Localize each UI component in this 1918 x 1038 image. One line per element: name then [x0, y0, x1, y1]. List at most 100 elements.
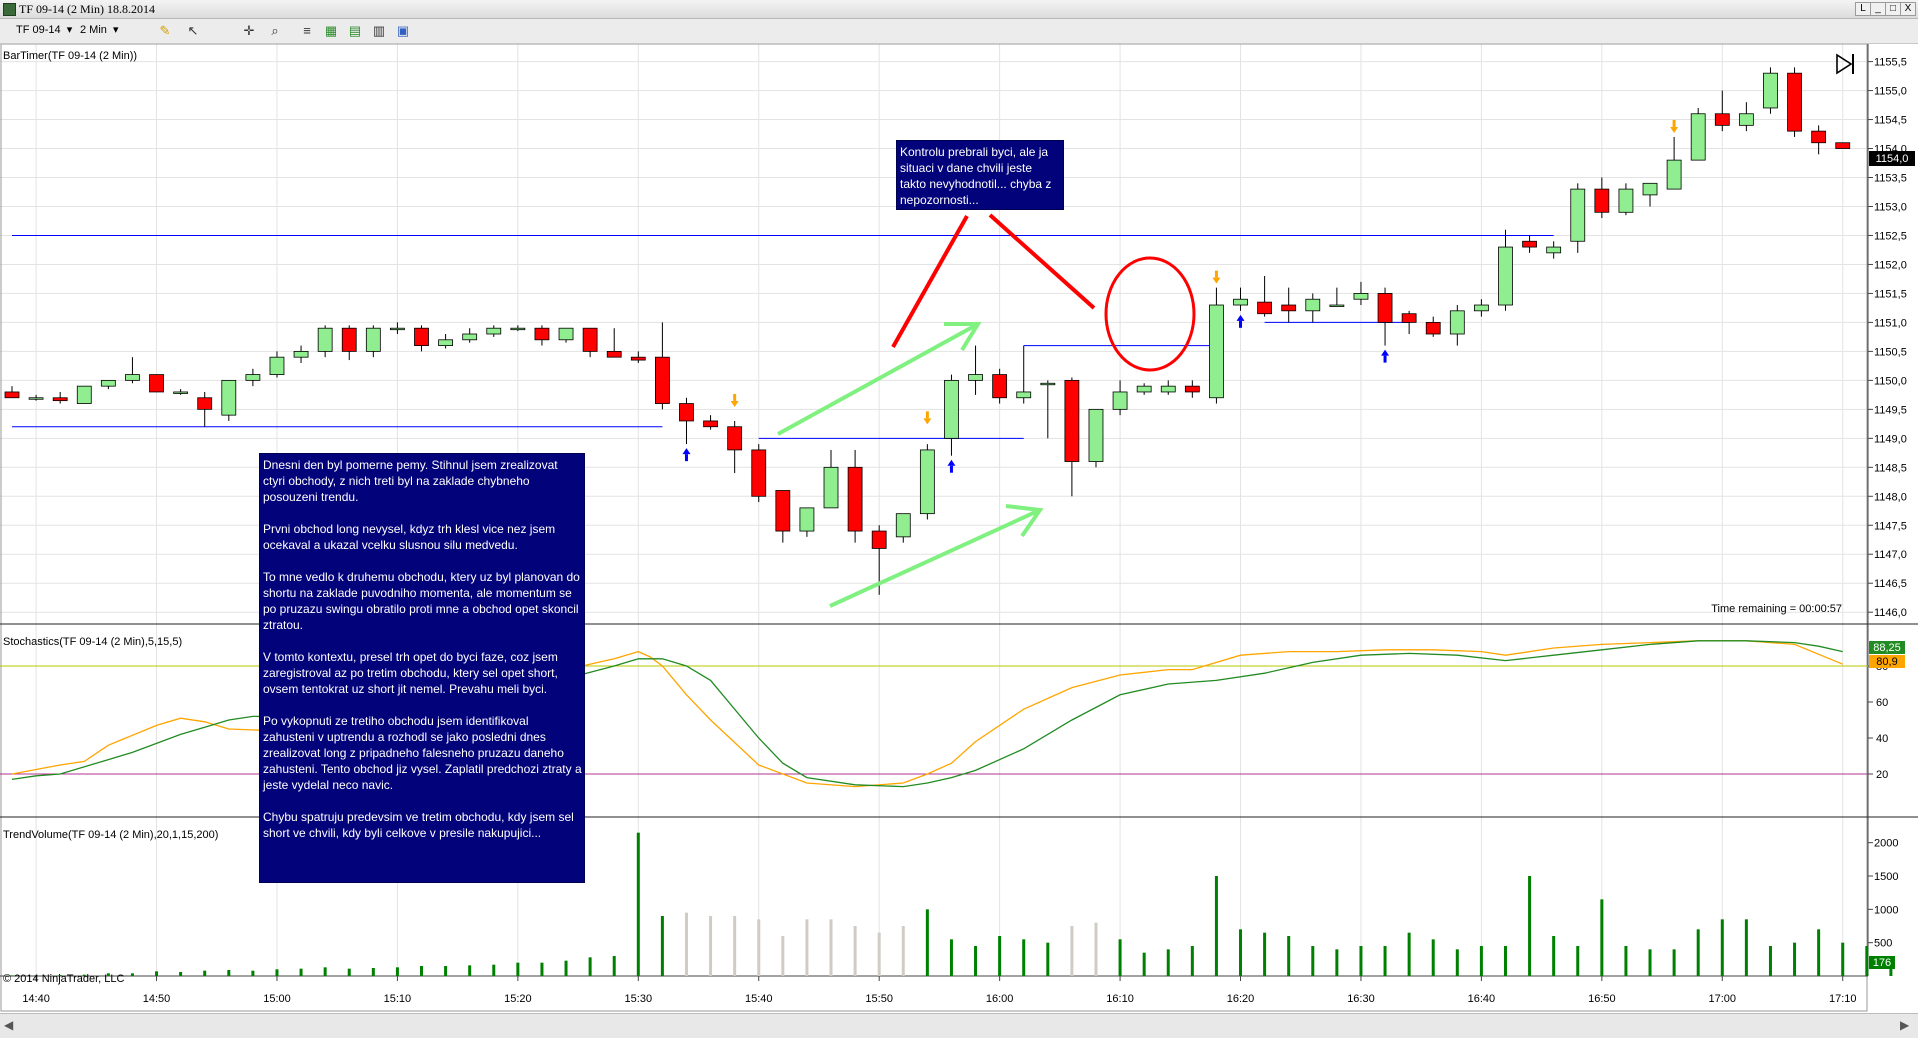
annotation-note-large: Dnesni den byl pomerne pemy. Stihnul jse… [259, 453, 585, 883]
volume-bar [733, 916, 737, 976]
interval-selector[interactable]: 2 Min ▾ [76, 22, 119, 39]
volume-bar [1335, 949, 1339, 976]
up-candle [799, 507, 815, 532]
sell-arrow-icon [1672, 119, 1676, 127]
up-candle [968, 374, 983, 381]
close-button[interactable]: X [1900, 2, 1916, 16]
app-icon [3, 3, 16, 16]
down-candle [654, 356, 670, 404]
volume-bar [757, 919, 761, 976]
up-candle [100, 379, 116, 387]
volume-bar [1407, 932, 1411, 976]
x-tick-label: 14:50 [143, 993, 171, 1005]
y-tick-label: 20 [1876, 769, 1888, 781]
volume-bar [564, 960, 568, 976]
x-tick-label: 15:40 [745, 993, 773, 1005]
y-tick-label: 1153,5 [1874, 173, 1907, 185]
volume-bar [949, 939, 953, 976]
sell-arrow-icon [925, 411, 929, 419]
down-candle [847, 466, 863, 532]
chart-end-icon[interactable] [1836, 53, 1854, 75]
down-candle [992, 374, 1008, 399]
x-tick-label: 15:30 [625, 993, 653, 1005]
scroll-left-icon[interactable]: ◀ [4, 1018, 13, 1032]
panels-icon[interactable]: ▥ [370, 22, 388, 40]
minimize-button[interactable]: _ [1870, 2, 1886, 16]
down-candle [1594, 188, 1610, 213]
up-candle [438, 339, 453, 346]
chart-style-icon[interactable]: ▤ [346, 22, 364, 40]
up-candle [293, 350, 309, 358]
up-candle [317, 327, 333, 352]
chevron-down-icon: ▾ [63, 24, 73, 36]
buy-arrow-icon [1383, 355, 1387, 363]
y-tick-label: 1152,5 [1874, 230, 1907, 242]
down-candle [149, 374, 164, 393]
x-tick-label: 14:40 [22, 993, 50, 1005]
volume-bar [516, 962, 520, 976]
volume-bar [1046, 942, 1050, 976]
volume-bar [251, 970, 255, 976]
last-price-label: 1154,0 [1876, 153, 1909, 165]
copyright-label: © 2014 NinjaTrader, LLC [3, 973, 124, 985]
volume-bar [1576, 946, 1580, 976]
y-tick-label: 60 [1876, 697, 1888, 709]
pointer-icon[interactable]: ↖ [184, 22, 202, 40]
volume-bar [1648, 949, 1652, 976]
y-tick-label: 1146,0 [1874, 607, 1907, 619]
up-candle [1136, 385, 1152, 393]
pencil-icon[interactable]: ✎ [156, 22, 174, 40]
volume-bar [660, 916, 664, 976]
volume-bar [1479, 946, 1483, 976]
data-box-icon[interactable]: ▦ [322, 22, 340, 40]
trade-markers [682, 119, 1679, 473]
scroll-right-icon[interactable]: ▶ [1900, 1018, 1909, 1032]
crosshair-icon[interactable]: ✛ [240, 22, 258, 40]
x-tick-label: 17:10 [1829, 993, 1857, 1005]
volume-bar [853, 926, 857, 976]
window-linking-icon[interactable]: ▣ [394, 22, 412, 40]
up-candle [1666, 159, 1682, 190]
volume-bar [805, 919, 809, 976]
maximize-button[interactable]: □ [1885, 2, 1901, 16]
y-tick-label: 1154,5 [1874, 115, 1907, 127]
chart-toolbar: TF 09-14 ▾ 2 Min ▾ ✎ ↖ ✛ ⌕ ≡ ▦ ▤ ▥ ▣ [0, 19, 1918, 44]
volume-bar [925, 909, 929, 976]
volume-bar [395, 967, 399, 976]
y-tick-label: 1153,0 [1874, 201, 1907, 213]
sell-arrow-icon [730, 400, 739, 407]
buy-arrow-icon [1236, 314, 1245, 321]
down-candle [775, 490, 791, 532]
up-candle [1642, 182, 1658, 196]
down-candle [606, 350, 622, 358]
down-candle [703, 420, 718, 428]
volume-bar [1768, 946, 1772, 976]
up-candle [1474, 304, 1489, 312]
down-candle [582, 327, 598, 352]
down-candle [1714, 113, 1730, 126]
instrument-selector[interactable]: TF 09-14 ▾ [12, 22, 72, 39]
red-pointer-line [988, 213, 1096, 310]
x-tick-label: 16:50 [1588, 993, 1616, 1005]
y-tick-label: 1155,5 [1874, 57, 1907, 69]
volume-bar [299, 968, 303, 976]
properties-icon[interactable]: ≡ [298, 22, 316, 40]
up-candle [1353, 293, 1369, 300]
volume-bar [1841, 942, 1845, 976]
horizontal-scrollbar[interactable]: ◀ ▶ [0, 1013, 1918, 1038]
interval-label: 2 Min [80, 24, 107, 36]
down-candle [534, 327, 550, 341]
up-candle [1449, 310, 1465, 335]
volume-bar [1696, 929, 1700, 976]
up-candle [1763, 72, 1778, 109]
lock-window-button[interactable]: L [1855, 2, 1871, 16]
zoom-icon[interactable]: ⌕ [266, 22, 284, 40]
up-candle [173, 391, 189, 394]
x-tick-label: 15:10 [384, 993, 412, 1005]
up-candle [125, 374, 140, 381]
chevron-down-icon: ▾ [109, 24, 119, 36]
volume-bar [709, 916, 713, 976]
volume-panel-title: TrendVolume(TF 09-14 (2 Min),20,1,15,200… [3, 829, 218, 841]
y-tick-label: 1151,0 [1874, 317, 1907, 329]
y-tick-label: 1149,0 [1874, 433, 1907, 445]
